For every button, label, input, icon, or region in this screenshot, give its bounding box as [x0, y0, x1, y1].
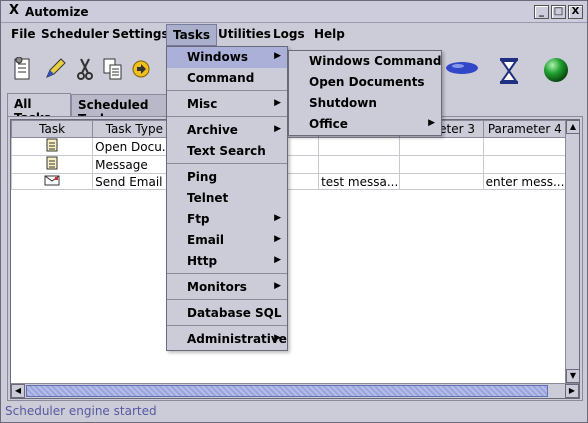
- table-row[interactable]: Send Email e mail, test messa... enter m…: [10, 173, 568, 190]
- submenu-arrow-icon: ▶: [274, 213, 281, 223]
- submenu-arrow-icon: ▶: [274, 124, 281, 134]
- task-table: Task Task Type arameter 3 Parameter 4 Op…: [10, 119, 580, 399]
- cell-task-type: Message: [92, 155, 177, 174]
- menu-item-email[interactable]: Email ▶: [167, 230, 287, 251]
- submenu-arrow-icon: ▶: [274, 98, 281, 108]
- menu-item-ping[interactable]: Ping: [167, 167, 287, 188]
- document-icon: [10, 137, 94, 156]
- menu-item-command[interactable]: Command: [167, 68, 287, 89]
- horizontal-scrollbar[interactable]: ◀ ▶: [11, 383, 579, 398]
- menu-separator: [167, 116, 287, 119]
- table-row[interactable]: Message te s a test: [10, 155, 568, 174]
- title-bar: X Automize _ □ X: [1, 1, 587, 23]
- menu-item-ftp[interactable]: Ftp ▶: [167, 209, 287, 230]
- document-icon: [10, 155, 94, 174]
- menu-help[interactable]: Help: [308, 24, 351, 46]
- tab-scheduled-tasks[interactable]: Scheduled Task: [71, 94, 171, 126]
- column-header-task-type[interactable]: Task Type: [92, 120, 177, 138]
- menu-separator: [167, 163, 287, 166]
- tasks-menu: Windows ▶ Command Misc ▶ Archive ▶ Text Sea…: [166, 46, 288, 351]
- arrow-right-icon[interactable]: [129, 57, 153, 81]
- scroll-up-button[interactable]: ▲: [566, 120, 580, 134]
- scroll-left-button[interactable]: ◀: [11, 384, 25, 398]
- column-header-task[interactable]: Task: [10, 120, 94, 138]
- scroll-right-button[interactable]: ▶: [565, 384, 579, 398]
- cell-parameter-3: [399, 173, 484, 190]
- cell-task-type: Send Email: [92, 173, 177, 190]
- menu-item-archive[interactable]: Archive ▶: [167, 120, 287, 141]
- windows-submenu: Windows Command Open Documents Shutdown …: [288, 50, 442, 136]
- minimize-button[interactable]: _: [534, 5, 549, 19]
- menu-bar: File Scheduler Settings Tasks Utilities …: [1, 24, 587, 46]
- vertical-scrollbar[interactable]: ▲ ▼: [565, 120, 580, 383]
- menu-item-telnet[interactable]: Telnet: [167, 188, 287, 209]
- menu-item-misc[interactable]: Misc ▶: [167, 94, 287, 115]
- hourglass-icon[interactable]: [497, 57, 521, 84]
- menu-separator: [167, 273, 287, 276]
- envelope-icon: [10, 173, 94, 190]
- tab-content: Task Task Type arameter 3 Parameter 4 Op…: [7, 116, 583, 401]
- submenu-arrow-icon: ▶: [274, 281, 281, 291]
- toolbar-tool-icon: [445, 61, 479, 75]
- menu-separator: [167, 325, 287, 328]
- cell: [318, 155, 401, 174]
- cell-parameter-3: [399, 155, 484, 174]
- cell-parameter-3: [399, 137, 484, 156]
- menu-item-database-sql[interactable]: Database SQL: [167, 303, 287, 324]
- copy-icon[interactable]: [101, 57, 125, 81]
- tab-all-tasks[interactable]: All Tasks: [7, 93, 71, 125]
- menu-logs[interactable]: Logs: [267, 24, 311, 46]
- cell: [318, 137, 401, 156]
- task-list-icon[interactable]: [11, 56, 35, 81]
- menu-item-shutdown[interactable]: Shutdown: [289, 93, 441, 114]
- submenu-arrow-icon: ▶: [274, 51, 281, 61]
- cell-parameter-4: [482, 155, 568, 174]
- menu-item-http[interactable]: Http ▶: [167, 251, 287, 272]
- pen-icon[interactable]: [43, 57, 67, 81]
- menu-item-windows-command[interactable]: Windows Command: [289, 51, 441, 72]
- submenu-arrow-icon: ▶: [274, 333, 281, 343]
- submenu-arrow-icon: ▶: [428, 118, 435, 128]
- close-button[interactable]: X: [568, 5, 583, 19]
- status-bar: Scheduler engine started: [5, 404, 157, 418]
- submenu-arrow-icon: ▶: [274, 255, 281, 265]
- menu-tasks[interactable]: Tasks: [166, 24, 218, 46]
- cell: test messa...: [318, 173, 401, 190]
- window-title: Automize: [25, 5, 89, 19]
- table-row[interactable]: Open Docu... w INNT\...: [10, 137, 568, 156]
- column-header-parameter-4[interactable]: Parameter 4: [482, 120, 568, 138]
- cell-parameter-4: [482, 137, 568, 156]
- menu-item-monitors[interactable]: Monitors ▶: [167, 277, 287, 298]
- green-ball-icon[interactable]: [543, 57, 568, 82]
- menu-item-administrative[interactable]: Administrative ▶: [167, 329, 287, 350]
- submenu-arrow-icon: ▶: [274, 234, 281, 244]
- app-icon: X: [8, 3, 20, 18]
- scroll-down-button[interactable]: ▼: [566, 369, 580, 383]
- app-window: X Automize _ □ X File Scheduler Settings…: [0, 0, 588, 423]
- menu-settings[interactable]: Settings: [106, 24, 175, 46]
- menu-scheduler[interactable]: Scheduler: [35, 24, 115, 46]
- menu-item-windows[interactable]: Windows ▶: [167, 47, 287, 68]
- cell-task-type: Open Docu...: [92, 137, 177, 156]
- menu-item-open-documents[interactable]: Open Documents: [289, 72, 441, 93]
- cell-parameter-4: enter mess...: [482, 173, 568, 190]
- menu-separator: [167, 90, 287, 93]
- maximize-button[interactable]: □: [551, 5, 566, 19]
- menu-separator: [167, 299, 287, 302]
- menu-item-office[interactable]: Office ▶: [289, 114, 441, 135]
- menu-item-text-search[interactable]: Text Search: [167, 141, 287, 162]
- horizontal-scroll-thumb[interactable]: [26, 385, 548, 397]
- scissors-icon[interactable]: [73, 57, 97, 81]
